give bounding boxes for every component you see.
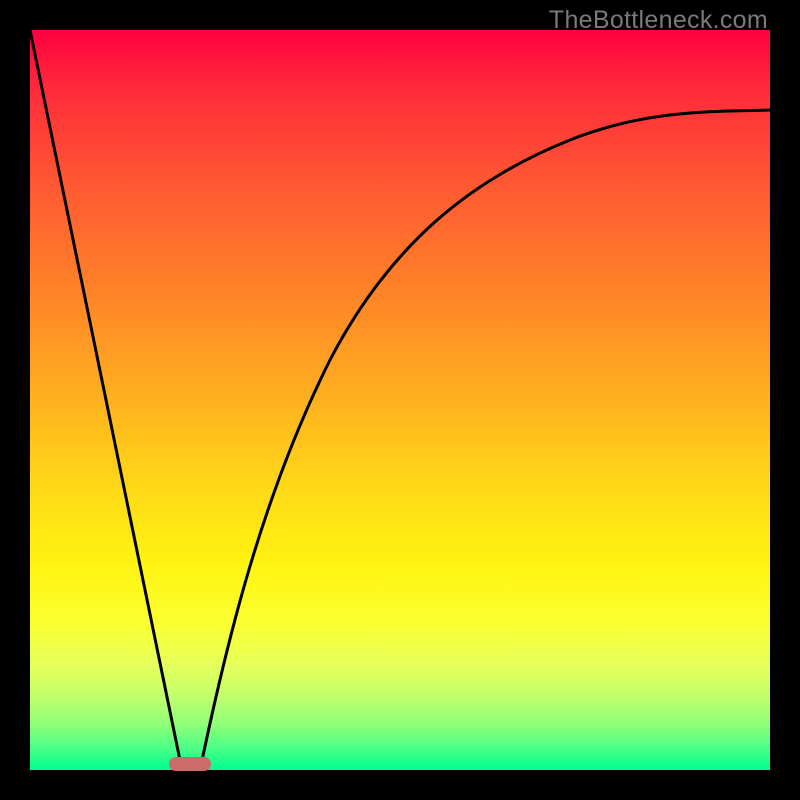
plot-area <box>30 30 770 770</box>
curve-left-segment <box>30 30 182 770</box>
chart-frame: TheBottleneck.com <box>0 0 800 800</box>
optimum-marker <box>169 757 211 771</box>
curve-right-segment <box>200 110 770 770</box>
chart-curve <box>30 30 770 770</box>
